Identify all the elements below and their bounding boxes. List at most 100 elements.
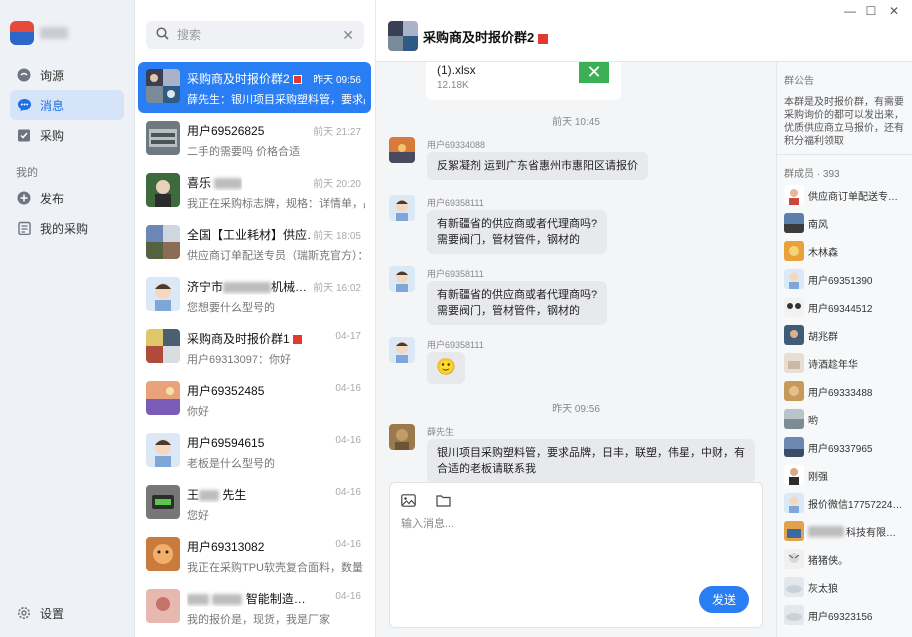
conversation-time: 04-16 xyxy=(335,591,361,602)
conversation-preview: 我正在采购TPU软壳复合面料，数量：80 xyxy=(187,562,365,574)
member-name: 南风 xyxy=(808,219,828,231)
member-item[interactable]: 刚强 xyxy=(784,465,912,485)
publish-icon xyxy=(16,190,32,206)
avatar xyxy=(146,537,180,571)
nav-item-publish[interactable]: 发布 xyxy=(10,183,124,213)
conversation-preview: 我正在采购标志牌，规格：详情单，品牌 xyxy=(187,198,365,210)
group-avatar xyxy=(146,69,180,103)
nav-item-messages[interactable]: 消息 xyxy=(10,90,124,120)
message-list: (1).xlsx 12.18K ✕ 前天 10:45 用户69334088 反絮… xyxy=(376,62,776,482)
avatar xyxy=(146,121,180,155)
message-timestamp: 昨天 09:56 xyxy=(552,404,600,415)
my-purchase-icon xyxy=(16,220,32,236)
redacted-text xyxy=(808,525,844,537)
nav-item-settings[interactable]: 设置 xyxy=(10,598,124,628)
nav-item-purchase[interactable]: 采购 xyxy=(10,120,124,150)
conversation-name: 用户69594615 xyxy=(187,436,265,450)
member-item[interactable]: 供应商订单配送专… xyxy=(784,185,912,205)
redacted-text xyxy=(214,178,243,190)
conversation-time: 前天 20:20 xyxy=(313,179,361,190)
minimize-button[interactable]: — xyxy=(842,4,858,18)
member-item[interactable]: 木林森 xyxy=(784,241,912,261)
conversation-preview: 二手的需要吗 价格合适 xyxy=(187,146,301,158)
image-icon[interactable] xyxy=(399,491,417,509)
conversation-item[interactable]: 采购商及时报价群2 昨天 09:56 薛先生：银川项目采购塑料管，要求品牌 xyxy=(138,62,371,113)
member-item[interactable]: 用户69333488 xyxy=(784,381,912,401)
conversation-item[interactable]: 用户69352485 04-16 你好 xyxy=(138,374,371,425)
nav-item-label: 消息 xyxy=(40,98,65,113)
maximize-button[interactable]: ☐ xyxy=(863,4,879,18)
flag-icon xyxy=(293,335,303,345)
conversation-time: 昨天 09:56 xyxy=(313,75,361,86)
member-item[interactable]: 用户69323156 xyxy=(784,605,912,625)
conversation-item[interactable]: 济宁市 机械… 前天 16:02 您想要什么型号的 xyxy=(138,270,371,321)
member-item[interactable]: 猪猪侠。 xyxy=(784,549,912,569)
members-header: 群成员 · 393 xyxy=(784,169,840,180)
file-message[interactable]: (1).xlsx 12.18K ✕ xyxy=(426,62,621,100)
nav-item-my-purchase[interactable]: 我的采购 xyxy=(10,213,124,243)
member-item[interactable]: 哟 xyxy=(784,409,912,429)
sender-avatar[interactable] xyxy=(389,195,415,221)
sender-avatar[interactable] xyxy=(389,337,415,363)
conversation-item[interactable]: 采购商及时报价群1 04-17 用户69313097：你好 xyxy=(138,322,371,373)
sender-name: 用户69334088 xyxy=(427,140,486,150)
member-item[interactable]: 胡兆群 xyxy=(784,325,912,345)
member-item[interactable]: 用户69344512 xyxy=(784,297,912,317)
conversation-time: 前天 16:02 xyxy=(313,283,361,294)
group-notice: 本群是及时报价群，有需要采购询价的都可以发出来，优质供应商立马报价，还有积分福利… xyxy=(784,97,904,147)
conversation-time: 04-16 xyxy=(335,435,361,446)
sender-name: 用户69358111 xyxy=(427,269,484,279)
sender-avatar[interactable] xyxy=(389,137,415,163)
member-name: 哟 xyxy=(808,415,818,427)
conversation-item[interactable]: 王 先生 04-16 您好 xyxy=(138,478,371,529)
close-button[interactable]: ✕ xyxy=(886,4,902,18)
conversation-preview: 您想要什么型号的 xyxy=(187,302,275,314)
member-name: 用户69337965 xyxy=(808,443,873,455)
avatar xyxy=(146,589,180,623)
nav-item-label: 采购 xyxy=(40,128,65,143)
sender-avatar[interactable] xyxy=(389,266,415,292)
conversation-item[interactable]: 用户69526825 前天 21:27 二手的需要吗 价格合适 xyxy=(138,114,371,165)
member-name: 诗酒趁年华 xyxy=(808,359,858,371)
nav-item-inquiry[interactable]: 询源 xyxy=(10,60,124,90)
conversation-name: 智能制造… xyxy=(187,590,306,607)
member-item[interactable]: 南风 xyxy=(784,213,912,233)
message-bubble: 有新疆省的供应商或者代理商吗? 需要阀门，管材管件，钢材的 xyxy=(427,281,608,325)
search-icon xyxy=(156,27,169,43)
member-name: 木林森 xyxy=(808,247,838,259)
conversation-item[interactable]: 智能制造… 04-16 我的报价是，现货，我是厂家 xyxy=(138,582,371,633)
file-name: (1).xlsx xyxy=(437,63,476,77)
conversation-list-panel: ✕ 采购商及时报价群2 昨天 09:56 薛先生：银川项目采购塑料管，要求品牌 … xyxy=(135,0,376,637)
conversation-item[interactable]: 用户69313082 04-16 我正在采购TPU软壳复合面料，数量：80 xyxy=(138,530,371,581)
member-item[interactable]: 用户69351390 xyxy=(784,269,912,289)
conversation-item[interactable]: 喜乐 前天 20:20 我正在采购标志牌，规格：详情单，品牌 xyxy=(138,166,371,217)
search-input[interactable] xyxy=(177,28,343,42)
redacted-text xyxy=(223,282,272,294)
member-item[interactable]: 报价微信17757224… xyxy=(784,493,912,513)
conversation-name: 用户69313082 xyxy=(187,540,265,554)
message-input[interactable] xyxy=(401,515,741,585)
member-item[interactable]: 用户69337965 xyxy=(784,437,912,457)
conversation-item[interactable]: 全国【工业耗材】供应… 前天 18:05 供应商订单配送专员（瑞斯克官方）： xyxy=(138,218,371,269)
conversation-item[interactable]: 用户69594615 04-16 老板是什么型号的 xyxy=(138,426,371,477)
conversation-name: 王 先生 xyxy=(187,488,247,502)
folder-icon[interactable] xyxy=(434,491,452,509)
nav-item-label: 询源 xyxy=(40,68,65,83)
divider xyxy=(777,154,912,155)
send-button[interactable]: 发送 xyxy=(699,586,749,613)
member-item[interactable]: 灰太狼 xyxy=(784,577,912,597)
sender-name: 薛先生 xyxy=(427,427,455,437)
member-name: 灰太狼 xyxy=(808,583,838,595)
group-info-panel: 群公告 本群是及时报价群，有需要采购询价的都可以发出来，优质供应商立马报价，还有… xyxy=(776,62,912,637)
sender-name: 用户69358111 xyxy=(427,198,484,208)
member-name: 猪猪侠。 xyxy=(808,555,848,567)
section-title-mine: 我的 xyxy=(16,167,38,179)
sender-avatar[interactable] xyxy=(389,424,415,450)
conversation-name: 采购商及时报价群1 xyxy=(187,330,303,347)
left-navigation: 询源 消息 采购 我的 发布 我的采购 设置 xyxy=(0,0,135,637)
member-item[interactable]: 科技有限… xyxy=(784,521,912,541)
conversation-preview: 老板是什么型号的 xyxy=(187,458,275,470)
member-name: 用户69344512 xyxy=(808,303,873,315)
member-item[interactable]: 诗酒趁年华 xyxy=(784,353,912,373)
clear-search-icon[interactable]: ✕ xyxy=(342,28,354,42)
